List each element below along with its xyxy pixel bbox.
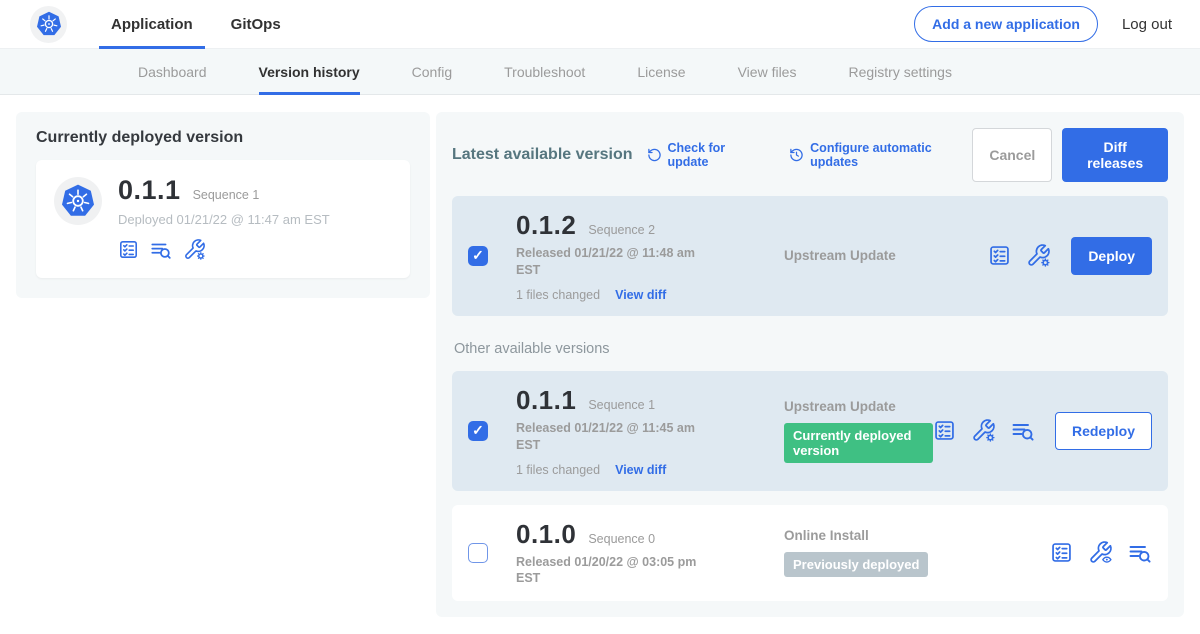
subtab-view-files-label: View files [738, 64, 797, 80]
logout-button[interactable]: Log out [1122, 16, 1172, 33]
subtab-troubleshoot[interactable]: Troubleshoot [504, 49, 585, 94]
released-timestamp: Released 01/21/22 @ 11:45 am EST [516, 420, 712, 454]
subtab-troubleshoot-label: Troubleshoot [504, 64, 585, 80]
version-history-panel: Latest available version Check for updat… [436, 112, 1184, 617]
clock-refresh-icon [789, 147, 804, 163]
subtab-license-label: License [637, 64, 685, 80]
latest-available-title: Latest available version [452, 146, 633, 164]
version-sequence: Sequence 1 [588, 398, 655, 412]
version-number: 0.1.1 [516, 385, 576, 416]
subtab-version-history-label: Version history [259, 64, 360, 80]
tab-gitops-label: GitOps [231, 16, 281, 33]
version-source: Online Install [784, 528, 1050, 543]
version-sequence: Sequence 0 [588, 532, 655, 546]
version-source: Upstream Update [784, 399, 933, 414]
check-for-update-link[interactable]: Check for update [647, 141, 764, 169]
released-timestamp: Released 01/21/22 @ 11:48 am EST [516, 245, 712, 279]
version-row-0-1-0: 0.1.0 Sequence 0 Released 01/20/22 @ 03:… [452, 505, 1168, 602]
currently-deployed-panel: Currently deployed version 0.1.1 Sequenc… [16, 112, 430, 298]
subtab-view-files[interactable]: View files [738, 49, 797, 94]
subtab-config[interactable]: Config [412, 49, 452, 94]
deployed-sequence: Sequence 1 [193, 188, 260, 202]
kubernetes-logo [30, 6, 67, 43]
subtab-registry-settings-label: Registry settings [848, 64, 951, 80]
preflight-checks-icon[interactable] [118, 239, 139, 260]
other-versions-title: Other available versions [454, 341, 1166, 357]
config-view-icon[interactable] [1088, 540, 1113, 565]
diff-releases-button[interactable]: Diff releases [1062, 128, 1168, 182]
refresh-icon [647, 147, 662, 163]
subtab-dashboard-label: Dashboard [138, 64, 207, 80]
config-icon[interactable] [1026, 243, 1051, 268]
version-row-0-1-1: ✓ 0.1.1 Sequence 1 Released 01/21/22 @ 1… [452, 371, 1168, 491]
version-number: 0.1.2 [516, 210, 576, 241]
subtab-registry-settings[interactable]: Registry settings [848, 49, 951, 94]
tab-application[interactable]: Application [97, 0, 207, 49]
check-for-update-label: Check for update [668, 141, 764, 169]
files-changed-label: 1 files changed [516, 288, 600, 302]
app-subnav: Dashboard Version history Config Trouble… [0, 49, 1200, 95]
version-source: Upstream Update [784, 248, 988, 263]
app-icon [54, 177, 102, 225]
release-notes-icon[interactable] [1128, 541, 1152, 565]
subtab-config-label: Config [412, 64, 452, 80]
configure-automatic-updates-label: Configure automatic updates [810, 141, 972, 169]
top-nav: Application GitOps [97, 0, 295, 49]
deployed-timestamp: Deployed 01/21/22 @ 11:47 am EST [118, 212, 330, 227]
version-number: 0.1.0 [516, 519, 576, 550]
version-checkbox[interactable] [468, 543, 488, 563]
preflight-checks-icon[interactable] [933, 419, 956, 442]
version-checkbox[interactable]: ✓ [468, 246, 488, 266]
config-icon[interactable] [971, 418, 996, 443]
released-timestamp: Released 01/20/22 @ 03:05 pm EST [516, 554, 712, 588]
tab-application-label: Application [111, 16, 193, 33]
release-notes-icon[interactable] [1011, 419, 1035, 443]
preflight-checks-icon[interactable] [1050, 541, 1073, 564]
previously-deployed-badge: Previously deployed [784, 552, 928, 577]
subtab-version-history[interactable]: Version history [259, 49, 360, 94]
currently-deployed-badge: Currently deployed version [784, 423, 933, 463]
subtab-dashboard[interactable]: Dashboard [138, 49, 207, 94]
add-application-button[interactable]: Add a new application [914, 6, 1098, 42]
currently-deployed-card: 0.1.1 Sequence 1 Deployed 01/21/22 @ 11:… [36, 160, 410, 278]
view-diff-link[interactable]: View diff [615, 463, 666, 477]
version-sequence: Sequence 2 [588, 223, 655, 237]
version-checkbox[interactable]: ✓ [468, 421, 488, 441]
main-content: Currently deployed version 0.1.1 Sequenc… [0, 95, 1200, 634]
currently-deployed-title: Currently deployed version [36, 129, 410, 147]
subtab-license[interactable]: License [637, 49, 685, 94]
config-icon[interactable] [183, 238, 206, 261]
tab-gitops[interactable]: GitOps [217, 0, 295, 49]
view-diff-link[interactable]: View diff [615, 288, 666, 302]
header-right: Add a new application Log out [914, 6, 1172, 42]
top-header: Application GitOps Add a new application… [0, 0, 1200, 49]
preflight-checks-icon[interactable] [988, 244, 1011, 267]
configure-automatic-updates-link[interactable]: Configure automatic updates [789, 141, 972, 169]
version-row-0-1-2: ✓ 0.1.2 Sequence 2 Released 01/21/22 @ 1… [452, 196, 1168, 316]
release-notes-icon[interactable] [150, 239, 172, 261]
deploy-button[interactable]: Deploy [1071, 237, 1152, 275]
redeploy-button[interactable]: Redeploy [1055, 412, 1152, 450]
files-changed-label: 1 files changed [516, 463, 600, 477]
cancel-button[interactable]: Cancel [972, 128, 1052, 182]
deployed-version: 0.1.1 [118, 175, 181, 206]
